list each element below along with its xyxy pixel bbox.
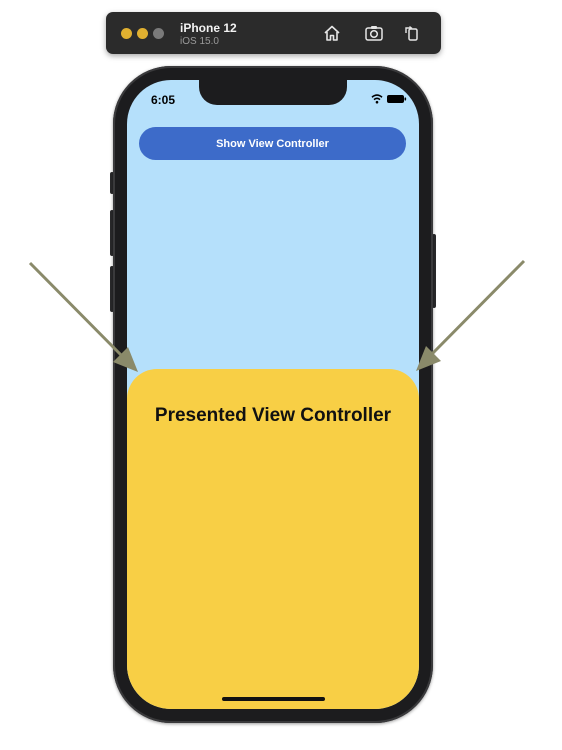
iphone-frame: 6:05 Show View Controller Presented View… — [113, 66, 433, 723]
wifi-icon — [371, 94, 383, 104]
rotate-icon[interactable] — [402, 24, 422, 42]
simulator-toolbar: iPhone 12 iOS 15.0 — [106, 12, 441, 54]
sheet-title: Presented View Controller — [154, 405, 392, 426]
presented-sheet[interactable]: Presented View Controller — [127, 369, 419, 709]
window-close-button[interactable] — [121, 28, 132, 39]
notch — [199, 80, 347, 105]
window-zoom-button[interactable] — [153, 28, 164, 39]
device-screen: 6:05 Show View Controller Presented View… — [127, 80, 419, 709]
screenshot-icon[interactable] — [364, 24, 384, 42]
battery-icon — [387, 95, 407, 103]
status-icons — [371, 94, 407, 104]
status-time: 6:05 — [151, 93, 176, 107]
device-name: iPhone 12 — [180, 21, 237, 35]
home-icon[interactable] — [322, 24, 342, 42]
home-indicator[interactable] — [222, 697, 325, 701]
window-minimize-button[interactable] — [137, 28, 148, 39]
os-version: iOS 15.0 — [180, 36, 219, 47]
show-view-controller-button[interactable]: Show View Controller — [139, 127, 406, 160]
